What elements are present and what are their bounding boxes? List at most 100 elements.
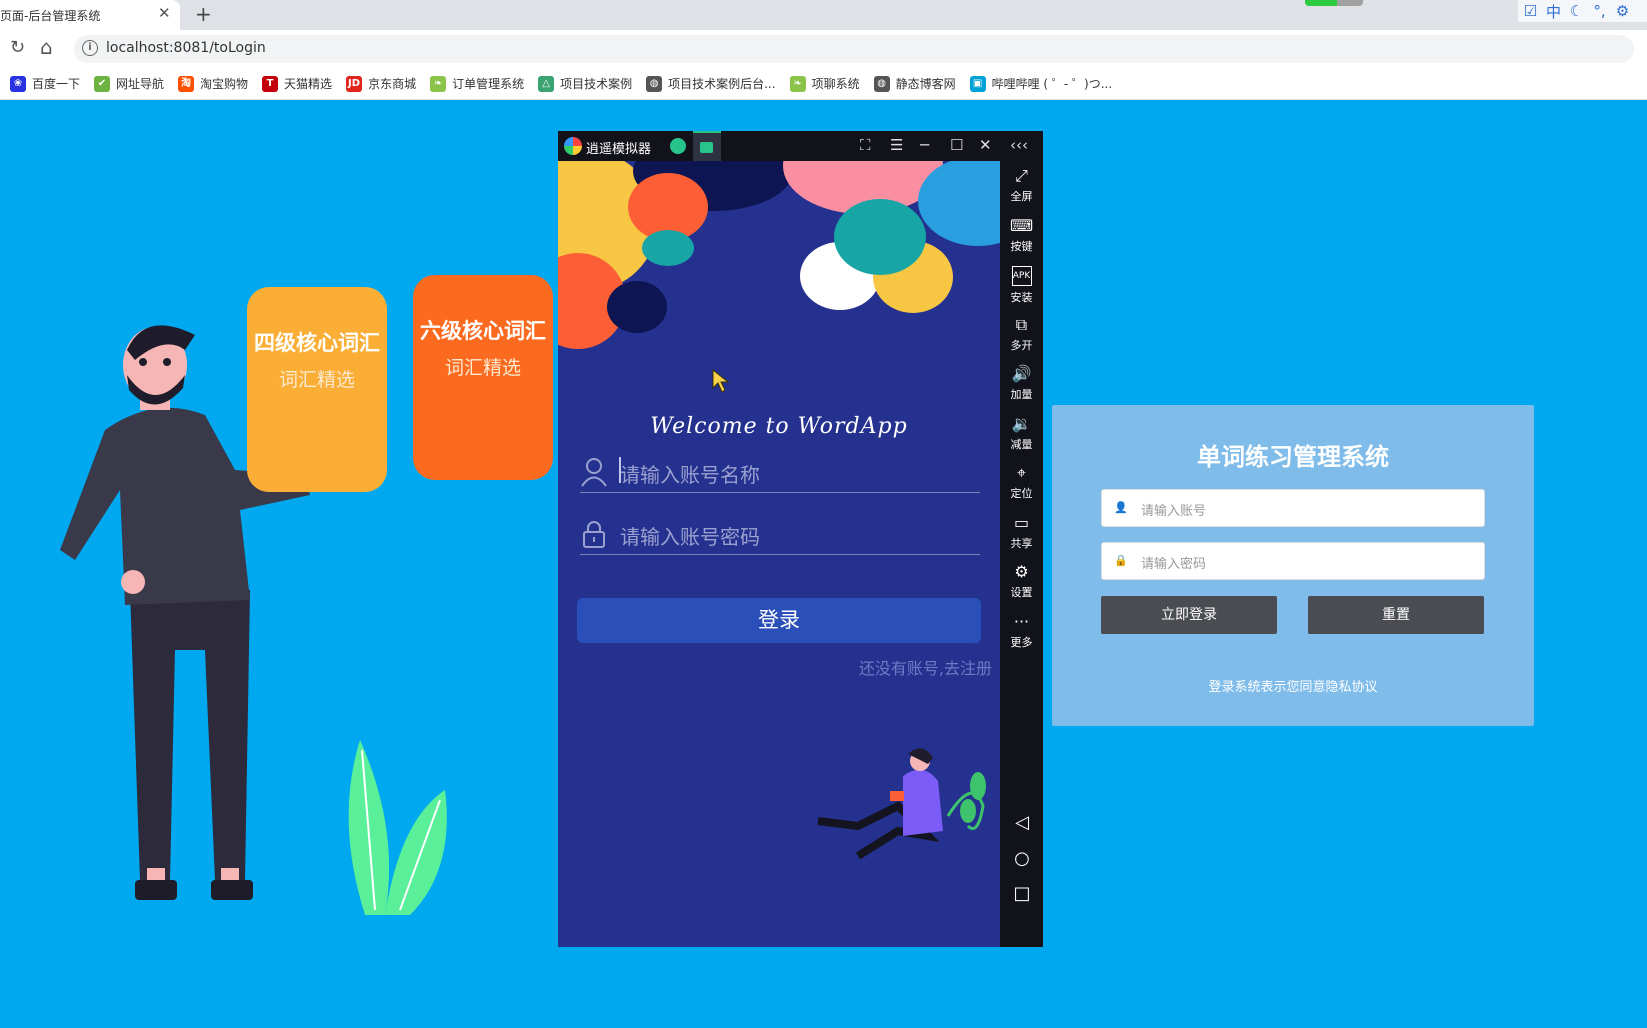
apk-icon: APK xyxy=(1011,266,1032,286)
bookmark-label: 京东商城 xyxy=(368,77,417,91)
punctuation-icon[interactable]: °, xyxy=(1591,2,1608,20)
folder-icon: ▭ xyxy=(1013,512,1030,532)
collapse-sidebar-icon[interactable]: ‹‹‹ xyxy=(1010,136,1028,154)
tab-title: 页面-后台管理系统 xyxy=(0,9,101,23)
bookmark-item[interactable]: ◍ 静态博客网 xyxy=(873,75,956,92)
url-text[interactable]: localhost:8081/toLogin xyxy=(106,40,266,56)
address-bar[interactable]: i localhost:8081/toLogin xyxy=(74,35,1634,63)
sidebar-item-keyboard[interactable]: ⌨ 按键 xyxy=(1000,215,1043,254)
progress-fill xyxy=(1305,0,1337,6)
lock-icon xyxy=(583,521,605,548)
bilibili-icon: ▣ xyxy=(969,75,986,92)
bookmark-item[interactable]: JD 京东商城 xyxy=(346,75,416,92)
app-password-placeholder: 请输入账号密码 xyxy=(620,525,760,549)
bubble-decoration xyxy=(558,161,1000,371)
back-nav-icon[interactable]: ◁ xyxy=(1012,812,1032,833)
username-input[interactable]: 👤 请输入账号 xyxy=(1101,489,1485,527)
bookmark-item[interactable]: ◍ 项目技术案例后台... xyxy=(646,75,776,92)
bookmark-item[interactable]: ▣ 哔哩哔哩 ( ゜- ゜)つ... xyxy=(969,75,1113,92)
login-panel-title: 单词练习管理系统 xyxy=(1197,443,1389,471)
new-tab-button[interactable]: + xyxy=(195,2,212,26)
reset-button[interactable]: 重置 xyxy=(1308,596,1484,634)
sidebar-label: 加量 xyxy=(1010,388,1033,401)
cet4-vocab-card[interactable]: 四级核心词汇 词汇精选 xyxy=(247,287,387,492)
privacy-agreement-link[interactable]: 登录系统表示您同意隐私协议 xyxy=(1052,676,1534,695)
home-nav-icon[interactable]: ○ xyxy=(1012,848,1032,869)
fullscreen-icon[interactable]: ⛶ xyxy=(860,136,871,154)
android-emulator-window: 逍遥模拟器 ⛶ ☰ ─ ☐ ✕ ‹‹‹ Welcome to WordApp 请… xyxy=(558,131,1043,947)
login-button[interactable]: 立即登录 xyxy=(1101,596,1277,634)
bookmark-item[interactable]: ❧ 项聊系统 xyxy=(789,75,860,92)
menu-icon[interactable]: ☰ xyxy=(890,136,903,154)
register-link[interactable]: 还没有账号,去注册 xyxy=(859,655,992,679)
bookmark-label: 哔哩哔哩 ( ゜- ゜)つ... xyxy=(991,77,1113,91)
checkbox-icon[interactable]: ☑ xyxy=(1522,2,1539,20)
globe-icon: ◍ xyxy=(873,75,890,92)
gear-icon[interactable]: ⚙ xyxy=(1614,2,1631,20)
volume-up-icon: 🔊 xyxy=(1011,364,1032,383)
fullscreen-icon: ⤢ xyxy=(1015,166,1028,185)
info-icon[interactable]: i xyxy=(82,40,98,56)
bookmark-label: 淘宝购物 xyxy=(200,77,249,91)
sidebar-item-more[interactable]: ··· 更多 xyxy=(1000,611,1043,650)
browser-tab[interactable]: 页面-后台管理系统 ✕ xyxy=(0,0,180,30)
bookmark-label: 项目技术案例 xyxy=(560,77,633,91)
mouse-cursor-icon xyxy=(712,368,730,393)
bookmark-item[interactable]: ❀ 百度一下 xyxy=(10,75,80,92)
more-icon: ··· xyxy=(1013,611,1030,631)
sidebar-label: 全屏 xyxy=(1010,190,1033,203)
bookmark-item[interactable]: 淘淘宝购物 xyxy=(178,75,248,92)
emulator-app-tab[interactable] xyxy=(693,131,721,161)
maximize-icon[interactable]: ☐ xyxy=(950,136,963,154)
bookmark-label: 项聊系统 xyxy=(811,77,860,91)
emulator-titlebar: 逍遥模拟器 ⛶ ☰ ─ ☐ ✕ ‹‹‹ xyxy=(558,131,1043,161)
tab-close-icon[interactable]: ✕ xyxy=(158,4,171,22)
cet6-card-subtitle: 词汇精选 xyxy=(444,357,521,379)
sidebar-item-volume-up[interactable]: 🔊 加量 xyxy=(1000,365,1043,402)
sidebar-item-gear[interactable]: ⚙ 设置 xyxy=(1000,563,1043,600)
bookmark-item[interactable]: ✔ 网址导航 xyxy=(94,75,164,92)
phone-screen: Welcome to WordApp 请输入账号名称 请输入账号密码 登录 还没… xyxy=(558,161,1000,947)
app-password-field[interactable]: 请输入账号密码 xyxy=(580,515,980,555)
sidebar-item-volume-down[interactable]: 🔉 减量 xyxy=(1000,414,1043,452)
minimize-icon[interactable]: ─ xyxy=(920,136,929,154)
recents-nav-icon[interactable]: □ xyxy=(1012,883,1032,904)
cet6-vocab-card[interactable]: 六级核心词汇 词汇精选 xyxy=(413,275,553,480)
globe-icon: ◍ xyxy=(646,75,663,92)
bookmark-label: 网址导航 xyxy=(116,77,165,91)
moon-icon[interactable]: ☾ xyxy=(1568,2,1585,20)
sidebar-label: 设置 xyxy=(1010,586,1033,599)
sidebar-item-folder[interactable]: ▭ 共享 xyxy=(1000,512,1043,551)
emulator-sidebar: ⤢ 全屏 ⌨ 按键 APK 安装 ⧉ 多开 🔊 加量 🔉 减量 ⌖ 定位 ▭ 共享 ⚙ 设置 ··· 更多 ◁ ○ □ xyxy=(1000,161,1043,947)
ime-chinese-icon[interactable]: 中 xyxy=(1545,1,1562,22)
user-icon: 👤 xyxy=(1114,501,1128,514)
bookmark-label: 百度一下 xyxy=(32,77,81,91)
hao-icon: ✔ xyxy=(94,75,111,92)
bookmark-item[interactable]: T 天猫精选 xyxy=(262,75,332,92)
leaf-icon: ❧ xyxy=(789,75,806,92)
app-login-button[interactable]: 登录 xyxy=(577,598,981,643)
password-input[interactable]: 🔒 请输入密码 xyxy=(1101,542,1485,580)
multi-instance-icon: ⧉ xyxy=(1015,314,1028,334)
leaf-icon: ❧ xyxy=(430,75,447,92)
sidebar-item-multi-instance[interactable]: ⧉ 多开 xyxy=(1000,314,1043,353)
app-username-field[interactable]: 请输入账号名称 xyxy=(580,453,980,493)
ime-tray: ☑ 中 ☾ °, ⚙ xyxy=(1518,0,1647,22)
home-icon[interactable]: ⌂ xyxy=(40,35,53,59)
sidebar-item-apk[interactable]: APK 安装 xyxy=(1000,266,1043,305)
sidebar-item-location[interactable]: ⌖ 定位 xyxy=(1000,464,1043,501)
reload-icon[interactable]: ↻ xyxy=(10,37,25,58)
sidebar-label: 减量 xyxy=(1010,437,1033,451)
sidebar-item-fullscreen[interactable]: ⤢ 全屏 xyxy=(1000,167,1043,204)
cet4-card-subtitle: 词汇精选 xyxy=(278,369,355,391)
jd-icon: JD xyxy=(346,75,363,92)
app-username-placeholder: 请输入账号名称 xyxy=(620,463,760,487)
sidebar-label: 多开 xyxy=(1010,338,1033,352)
close-icon[interactable]: ✕ xyxy=(979,136,992,154)
user-icon xyxy=(581,458,607,487)
username-placeholder: 请输入账号 xyxy=(1141,504,1207,519)
bookmark-item[interactable]: ❧ 订单管理系统 xyxy=(430,75,524,92)
keyboard-icon: ⌨ xyxy=(1009,215,1034,235)
emulator-home-tab[interactable] xyxy=(670,138,686,154)
bookmark-item[interactable]: △ 项目技术案例 xyxy=(538,75,632,92)
